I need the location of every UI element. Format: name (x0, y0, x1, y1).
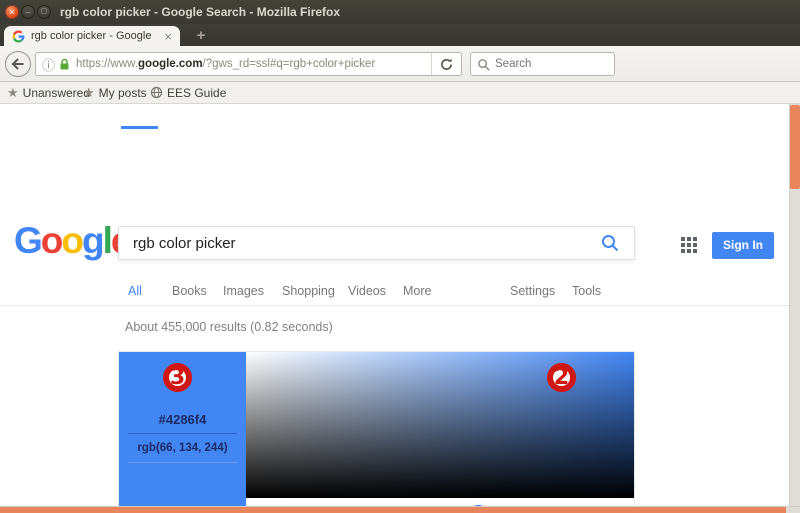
globe-icon (150, 86, 163, 99)
google-favicon-icon (12, 30, 25, 43)
reload-icon (440, 58, 453, 71)
tab-bar: rgb color picker - Google × + (0, 24, 800, 46)
tab-tools[interactable]: Tools (572, 284, 601, 298)
search-input[interactable] (495, 58, 595, 70)
window-maximize-button[interactable]: ▢ (37, 5, 51, 19)
star-icon: ★ (7, 86, 19, 99)
back-arrow-icon (11, 57, 25, 71)
annotation-badge-2: 2 (547, 363, 576, 392)
bookmark-item-unanswered[interactable]: ★ Unanswered (7, 82, 90, 103)
gradient-selector-ring[interactable] (647, 350, 661, 364)
result-type-tabs: All Books Images Shopping Videos More Se… (0, 280, 800, 305)
window-minimize-button[interactable]: – (21, 5, 35, 19)
browser-window: × – ▢ rgb color picker - Google Search -… (0, 0, 800, 513)
browser-tab[interactable]: rgb color picker - Google × (4, 26, 180, 46)
google-search-button[interactable] (586, 227, 634, 259)
google-search-input[interactable] (119, 235, 586, 252)
window-title: rgb color picker - Google Search - Mozil… (60, 0, 340, 24)
tab-title: rgb color picker - Google (31, 30, 160, 42)
horizontal-scrollbar-thumb[interactable] (0, 507, 786, 513)
tab-settings[interactable]: Settings (510, 284, 555, 298)
tab-all[interactable]: All (128, 284, 142, 298)
back-button[interactable] (5, 51, 31, 77)
google-logo[interactable]: Google (14, 220, 129, 262)
search-icon (477, 58, 490, 71)
tab-videos[interactable]: Videos (348, 284, 386, 298)
google-apps-grid-icon[interactable] (681, 237, 697, 253)
swatch-divider (128, 433, 237, 434)
color-picker-widget: #4286f4 rgb(66, 134, 244) Show color val… (118, 351, 635, 513)
swatch-divider (128, 462, 237, 463)
hex-value: #4286f4 (119, 412, 246, 427)
active-tab-underline (121, 126, 158, 129)
annotation-badge-3: 3 (163, 363, 192, 392)
bookmarks-bar: ★ Unanswered ★ My posts EES Guide (0, 82, 800, 104)
tab-close-icon[interactable]: × (164, 30, 172, 43)
vertical-scrollbar-thumb[interactable] (790, 105, 800, 189)
window-titlebar: × – ▢ rgb color picker - Google Search -… (0, 0, 800, 24)
url-text: https://www.google.com/?gws_rd=ssl#q=rgb… (76, 58, 431, 70)
page-info-icon[interactable]: ⓘ (42, 55, 55, 74)
reload-button[interactable] (431, 53, 461, 75)
results-stats: About 455,000 results (0.82 seconds) (125, 320, 333, 334)
https-lock-icon (59, 58, 70, 71)
rgb-value: rgb(66, 134, 244) (119, 442, 246, 454)
saturation-value-gradient[interactable] (246, 352, 634, 498)
url-bar[interactable]: ⓘ https://www.google.com/?gws_rd=ssl#q=r… (35, 52, 462, 76)
tab-images[interactable]: Images (223, 284, 264, 298)
navigation-toolbar: ⓘ https://www.google.com/?gws_rd=ssl#q=r… (0, 46, 800, 82)
firefox-search-bar[interactable] (470, 52, 615, 76)
bookmark-item-my-posts[interactable]: ★ My posts (83, 82, 147, 103)
tab-shopping[interactable]: Shopping (282, 284, 335, 298)
google-search-box[interactable] (118, 226, 635, 260)
sign-in-button[interactable]: Sign In (712, 232, 774, 259)
bookmark-item-ees-guide[interactable]: EES Guide (150, 82, 226, 103)
tab-more[interactable]: More (403, 284, 431, 298)
page-content: Google Sign In All Books Images Shopping… (0, 104, 800, 513)
new-tab-button[interactable]: + (188, 26, 214, 46)
tabs-divider (0, 305, 800, 306)
tab-books[interactable]: Books (172, 284, 207, 298)
star-icon: ★ (83, 86, 95, 99)
search-magnifier-icon (601, 234, 619, 252)
window-close-button[interactable]: × (5, 5, 19, 19)
